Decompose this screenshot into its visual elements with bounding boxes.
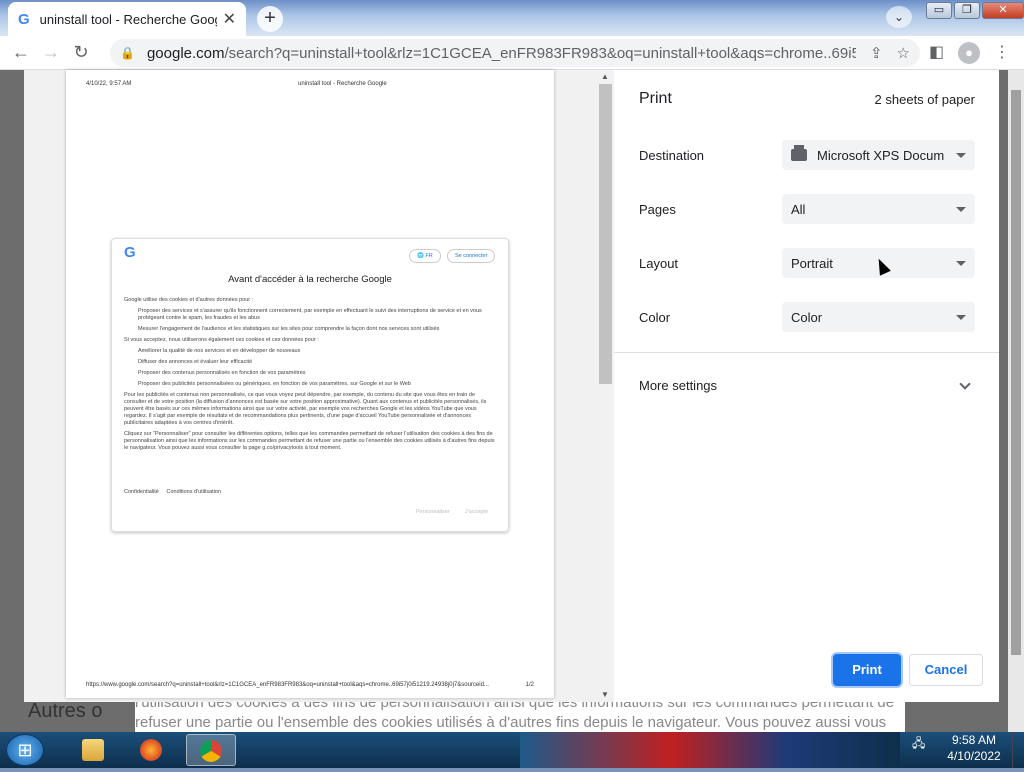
dropdown-arrow-icon <box>956 152 966 158</box>
consent-text: Proposer des contenus personnalisés en f… <box>138 370 306 376</box>
firefox-icon[interactable] <box>126 734 176 766</box>
consent-text: Mesurer l'engagement de l'audience et le… <box>138 326 440 332</box>
pages-value: All <box>791 201 806 217</box>
consent-text: Diffuser des annonces et évaluer leur ef… <box>138 359 253 365</box>
layout-label: Layout <box>639 255 679 271</box>
signin-pill: Se connecter <box>447 249 496 263</box>
destination-row: Destination Microsoft XPS Docum <box>639 140 975 170</box>
preview-header-title: uninstall tool - Recherche Google <box>298 81 387 87</box>
print-settings-panel: Print 2 sheets of paper Destination Micr… <box>614 70 999 702</box>
tab-title: uninstall tool - Recherche Google <box>39 11 217 27</box>
consent-text: Google utilise des cookies et d'autres d… <box>124 297 254 303</box>
more-settings-toggle[interactable]: More settings <box>639 377 975 393</box>
settings-divider <box>614 352 999 353</box>
page-scrollbar[interactable] <box>1008 70 1024 732</box>
background-heading: Autres o <box>28 700 103 722</box>
start-button[interactable]: ⊞ <box>6 734 44 766</box>
preview-scroll-thumb[interactable] <box>599 84 612 384</box>
page-scroll-thumb[interactable] <box>1011 90 1021 655</box>
dropdown-arrow-icon <box>956 206 966 212</box>
browser-tab[interactable]: G uninstall tool - Recherche Google ✕ <box>8 2 246 36</box>
consent-text: Cliquez sur "Personnaliser" pour consult… <box>124 431 495 451</box>
color-row: Color Color <box>639 302 975 332</box>
lock-icon[interactable]: 🔒 <box>120 46 135 60</box>
more-settings-label: More settings <box>639 378 718 393</box>
cancel-button[interactable]: Cancel <box>909 654 983 686</box>
pages-label: Pages <box>639 201 676 217</box>
forward-arrow-icon[interactable]: → <box>36 42 66 63</box>
print-button[interactable]: Print <box>833 654 901 686</box>
tab-strip: G uninstall tool - Recherche Google ✕ + … <box>0 0 1024 36</box>
customize-label: Personnaliser <box>416 509 450 515</box>
window-controls: ▭ ❐ ✕ <box>926 2 1024 20</box>
tab-close-icon[interactable]: ✕ <box>223 9 236 29</box>
privacy-link: Confidentialité <box>124 489 159 495</box>
consent-dialog-preview: G 🌐 FR Se connecter Avant d'accéder à la… <box>111 238 509 532</box>
printer-icon <box>791 145 807 161</box>
bookmark-star-icon[interactable]: ☆ <box>897 44 910 62</box>
clock[interactable]: 9:58 AM 4/10/2022 <box>944 732 1004 764</box>
address-bar[interactable]: 🔒 google.com/search?q=uninstall+tool&rlz… <box>110 39 920 67</box>
clock-time: 9:58 AM <box>951 733 997 747</box>
network-icon[interactable]: 🖧 <box>912 734 925 755</box>
google-favicon-icon: G <box>18 10 30 28</box>
dropdown-arrow-icon <box>956 314 966 320</box>
preview-sheet: 4/10/22, 9:57 AM uninstall tool - Recher… <box>66 70 554 698</box>
preview-footer-url: https://www.google.com/search?q=uninstal… <box>86 682 489 688</box>
accept-label: J'accepte <box>464 509 488 515</box>
minimize-button[interactable]: ▭ <box>926 2 952 19</box>
scroll-up-arrow-icon[interactable]: ▲ <box>601 72 609 81</box>
preview-header-date: 4/10/22, 9:57 AM <box>86 81 132 87</box>
destination-value: Microsoft XPS Docum <box>817 147 945 163</box>
close-window-button[interactable]: ✕ <box>982 2 1024 19</box>
color-value: Color <box>791 309 823 325</box>
file-explorer-icon[interactable] <box>68 734 118 766</box>
consent-text: Améliorer la qualité de nos services et … <box>138 348 301 354</box>
language-pill: 🌐 FR <box>409 249 441 263</box>
new-tab-button[interactable]: + <box>257 6 283 32</box>
reload-icon[interactable]: ↻ <box>66 42 96 63</box>
pages-row: Pages All <box>639 194 975 224</box>
chrome-icon[interactable] <box>186 734 236 766</box>
share-icon[interactable]: ⇪ <box>870 44 883 62</box>
url-path: /search?q=uninstall+tool&rlz=1C1GCEA_enF… <box>224 44 856 62</box>
sheet-count: 2 sheets of paper <box>874 91 975 107</box>
layout-value: Portrait <box>791 255 833 271</box>
browser-toolbar: ← → ↻ 🔒 google.com/search?q=uninstall+to… <box>0 36 1024 70</box>
destination-select[interactable]: Microsoft XPS Docum <box>782 140 975 170</box>
print-title: Print <box>639 90 672 107</box>
profile-avatar-icon[interactable]: ● <box>958 42 980 64</box>
menu-kebab-icon[interactable]: ⋮ <box>994 42 1010 62</box>
layout-row: Layout Portrait <box>639 248 975 278</box>
consent-title: Avant d'accéder à la recherche Google <box>228 274 392 285</box>
google-logo-icon: G <box>124 244 136 261</box>
consent-text: Proposer des services et s'assurer qu'il… <box>138 308 482 321</box>
pages-select[interactable]: All <box>782 194 975 224</box>
consent-text: Proposer des publicités personnalisées o… <box>138 381 411 387</box>
tab-search-icon[interactable]: ⌄ <box>886 6 912 28</box>
consent-text: Pour les publicités et contenus non pers… <box>124 392 487 426</box>
color-label: Color <box>639 309 671 325</box>
print-dialog: 4/10/22, 9:57 AM uninstall tool - Recher… <box>24 70 999 702</box>
terms-link: Conditions d'utilisation <box>166 489 222 495</box>
taskbar: ⊞ 🖧 9:58 AM 4/10/2022 <box>0 732 1024 768</box>
wallpaper-strip <box>520 732 900 768</box>
dropdown-arrow-icon <box>956 260 966 266</box>
destination-label: Destination <box>639 147 705 163</box>
color-select[interactable]: Color <box>782 302 975 332</box>
clock-date: 4/10/2022 <box>947 749 1001 763</box>
maximize-button[interactable]: ❐ <box>954 2 980 19</box>
chevron-down-icon <box>959 377 971 390</box>
url-host: google.com <box>146 44 225 62</box>
preview-footer-page: 1/2 <box>525 682 534 688</box>
consent-body: Google utilise des cookies et d'autres d… <box>124 297 496 456</box>
consent-text: Si vous acceptez, nous utiliserons égale… <box>124 337 319 343</box>
print-preview: 4/10/22, 9:57 AM uninstall tool - Recher… <box>24 70 614 702</box>
show-desktop-button[interactable] <box>1012 732 1024 768</box>
scroll-down-arrow-icon[interactable]: ▼ <box>601 690 609 699</box>
back-arrow-icon[interactable]: ← <box>6 42 36 63</box>
preview-scrollbar[interactable]: ▲ ▼ <box>598 70 614 702</box>
side-panel-icon[interactable]: ◧ <box>929 42 944 62</box>
